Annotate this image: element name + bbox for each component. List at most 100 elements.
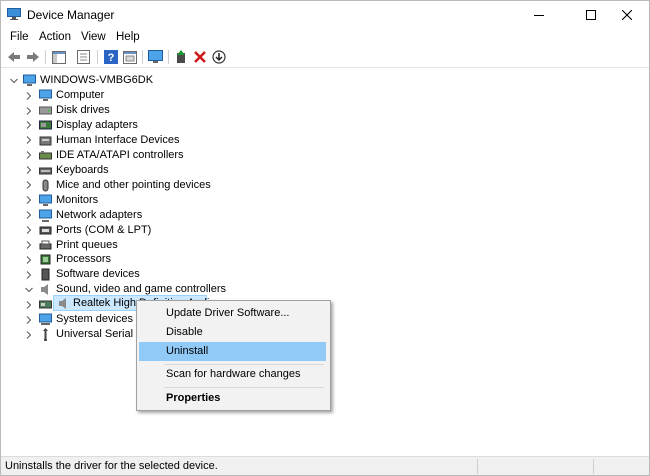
tree-category-label: Print queues xyxy=(56,238,118,251)
mouse-icon xyxy=(42,179,49,192)
chevron-right-icon[interactable] xyxy=(25,103,33,118)
back-arrow-icon xyxy=(8,52,20,62)
chevron-right-icon[interactable] xyxy=(25,252,33,267)
minimize-button[interactable] xyxy=(517,1,561,29)
forward-arrow-icon xyxy=(27,52,39,62)
tree-category[interactable]: Disk drives xyxy=(1,103,261,118)
chevron-right-icon[interactable] xyxy=(25,88,33,103)
tree-category-label: System devices xyxy=(56,313,134,326)
tree-root[interactable]: WINDOWS-VMBG6DK xyxy=(1,73,301,88)
show-hide-tree-button[interactable] xyxy=(51,49,67,65)
menu-scan-hardware[interactable]: Scan for hardware changes xyxy=(139,365,326,384)
menu-view[interactable]: View xyxy=(81,31,106,43)
tree-category-label: Human Interface Devices xyxy=(56,133,180,146)
computer-icon xyxy=(39,89,52,101)
status-bar: Uninstalls the driver for the selected d… xyxy=(1,456,649,475)
toolbar-separator xyxy=(142,50,143,64)
tree-category[interactable]: IDE ATA/ATAPI controllers xyxy=(1,148,261,163)
tree-category-label: Display adapters xyxy=(56,118,138,131)
window-title: Device Manager xyxy=(27,8,115,22)
usb-icon xyxy=(43,328,48,342)
tree-category-label: Disk drives xyxy=(56,104,110,116)
add-driver-button[interactable] xyxy=(173,49,189,65)
monitor-icon xyxy=(39,194,52,206)
chevron-right-icon[interactable] xyxy=(25,267,33,282)
chevron-right-icon[interactable] xyxy=(25,238,33,253)
tree-category[interactable]: Keyboards xyxy=(1,163,261,178)
chevron-right-icon[interactable] xyxy=(25,327,33,342)
tree-category[interactable]: Human Interface Devices xyxy=(1,133,261,148)
menu-item-label: Properties xyxy=(166,392,221,404)
chevron-right-icon[interactable] xyxy=(25,312,33,327)
ide-controller-icon xyxy=(39,150,52,160)
tree-category[interactable]: Mice and other pointing devices xyxy=(1,178,261,193)
device-view-icon xyxy=(123,50,137,64)
software-device-icon xyxy=(41,268,50,281)
device-view-button[interactable] xyxy=(122,49,138,65)
toolbar-separator xyxy=(97,50,98,64)
processor-icon xyxy=(40,254,51,265)
maximize-icon xyxy=(586,10,596,20)
status-text: Uninstalls the driver for the selected d… xyxy=(5,460,218,472)
show-hide-console-tree-icon xyxy=(52,50,66,64)
uninstall-device-button[interactable] xyxy=(192,49,208,65)
tree-category[interactable]: Monitors xyxy=(1,193,261,208)
tree-category-label: Network adapters xyxy=(56,208,143,221)
tree-category-label: Ports (COM & LPT) xyxy=(56,223,152,236)
chevron-right-icon[interactable] xyxy=(25,193,33,208)
scan-hardware-button[interactable] xyxy=(147,49,163,65)
tree-category[interactable]: Processors xyxy=(1,252,261,267)
chevron-right-icon[interactable] xyxy=(25,208,33,223)
printer-icon xyxy=(39,240,52,249)
monitor-scan-icon xyxy=(147,50,163,63)
tree-category-label: Mice and other pointing devices xyxy=(56,178,211,191)
tree-root-label: WINDOWS-VMBG6DK xyxy=(40,74,154,86)
menu-separator xyxy=(164,387,324,388)
disk-drive-icon xyxy=(39,106,52,115)
port-icon xyxy=(39,226,52,234)
forward-button[interactable] xyxy=(25,49,41,65)
properties-icon xyxy=(76,50,90,64)
uninstall-x-icon xyxy=(194,51,206,63)
chevron-right-icon[interactable] xyxy=(25,163,33,178)
status-divider xyxy=(477,459,478,474)
tree-category[interactable]: Display adapters xyxy=(1,118,261,133)
tree-category[interactable]: Computer xyxy=(1,88,261,103)
system-device-icon xyxy=(39,313,52,326)
help-button[interactable]: ? xyxy=(103,49,119,65)
display-adapter-icon xyxy=(39,120,52,130)
tree-category-label: Software devices xyxy=(56,268,140,281)
keyboard-icon xyxy=(39,167,52,175)
menu-uninstall[interactable]: Uninstall xyxy=(139,342,326,361)
svg-text:?: ? xyxy=(108,52,115,64)
tree-category[interactable]: Network adapters xyxy=(1,208,261,223)
tree-category-label: Monitors xyxy=(56,193,99,206)
tree-category[interactable]: Ports (COM & LPT) xyxy=(1,223,261,238)
title-bar: Device Manager xyxy=(1,1,649,29)
status-divider xyxy=(593,459,594,474)
chevron-down-icon[interactable] xyxy=(10,73,18,88)
help-icon: ? xyxy=(104,50,118,64)
menu-help[interactable]: Help xyxy=(116,31,140,43)
update-driver-button[interactable] xyxy=(211,49,227,65)
chevron-right-icon[interactable] xyxy=(25,223,33,238)
properties-button[interactable] xyxy=(75,49,91,65)
menu-action[interactable]: Action xyxy=(39,31,71,43)
menu-disable[interactable]: Disable xyxy=(139,323,326,342)
menu-properties[interactable]: Properties xyxy=(139,389,326,408)
toolbar: ? xyxy=(1,47,649,68)
tree-category-label: IDE ATA/ATAPI controllers xyxy=(56,148,184,161)
menu-file[interactable]: File xyxy=(10,31,29,43)
menu-update-driver[interactable]: Update Driver Software... xyxy=(139,304,326,323)
close-button[interactable] xyxy=(605,1,649,29)
chevron-right-icon[interactable] xyxy=(25,148,33,163)
chevron-right-icon[interactable] xyxy=(25,118,33,133)
chevron-right-icon[interactable] xyxy=(25,178,33,193)
close-icon xyxy=(622,10,632,20)
tree-category[interactable]: Print queues xyxy=(1,238,261,253)
tree-category[interactable]: Software devices xyxy=(1,267,261,282)
chevron-right-icon[interactable] xyxy=(25,133,33,148)
back-button[interactable] xyxy=(6,49,22,65)
context-menu: Update Driver Software... Disable Uninst… xyxy=(136,300,331,411)
download-driver-icon xyxy=(212,50,226,64)
